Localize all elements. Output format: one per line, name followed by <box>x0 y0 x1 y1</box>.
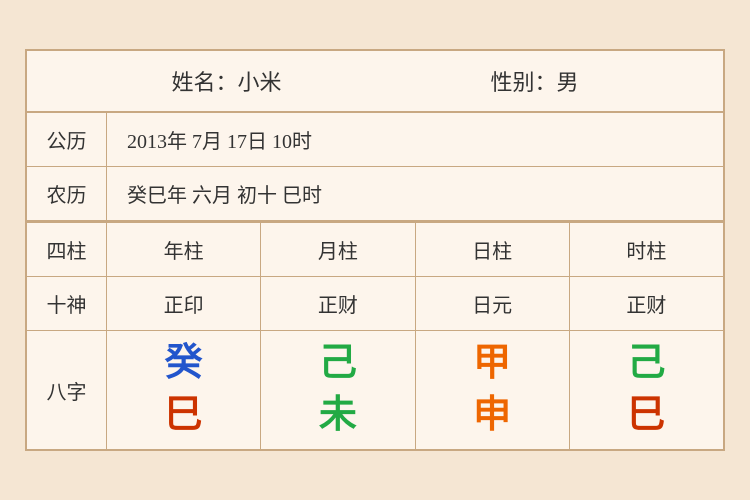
sizhu-cells: 年柱月柱日柱时柱 <box>107 223 723 276</box>
gregorian-row: 公历 2013年 7月 17日 10时 <box>27 113 723 167</box>
bazi-bottom-2: 申 <box>473 393 511 439</box>
lunar-label: 农历 <box>27 167 107 220</box>
gregorian-value: 2013年 7月 17日 10时 <box>107 113 723 166</box>
gender-label: 性别：男 <box>490 65 578 97</box>
shishen-row: 十神 正印正财日元正财 <box>27 277 723 331</box>
shishen-label: 十神 <box>27 277 107 330</box>
bazi-top-1: 己 <box>319 341 357 387</box>
bazi-top-3: 己 <box>627 341 665 387</box>
bazi-cell-0: 癸巳 <box>107 331 261 448</box>
name-label: 姓名：小米 <box>171 65 281 97</box>
sizhu-label: 四柱 <box>27 223 107 276</box>
bazi-row: 八字 癸巳己未甲申己巳 <box>27 331 723 448</box>
header-row: 姓名：小米 性别：男 <box>27 51 723 113</box>
gregorian-label: 公历 <box>27 113 107 166</box>
lunar-value: 癸巳年 六月 初十 巳时 <box>107 167 723 220</box>
bazi-cell-1: 己未 <box>261 331 415 448</box>
shishen-cell-1: 正财 <box>261 277 415 330</box>
bazi-bottom-0: 巳 <box>165 393 203 439</box>
shishen-cells: 正印正财日元正财 <box>107 277 723 330</box>
shishen-cell-2: 日元 <box>416 277 570 330</box>
bazi-bottom-3: 巳 <box>627 393 665 439</box>
sizhu-row: 四柱 年柱月柱日柱时柱 <box>27 223 723 277</box>
bazi-top-0: 癸 <box>165 341 203 387</box>
table-section: 四柱 年柱月柱日柱时柱 十神 正印正财日元正财 八字 癸巳己未甲申己巳 <box>27 221 723 448</box>
sizhu-cell-3: 时柱 <box>570 223 723 276</box>
lunar-row: 农历 癸巳年 六月 初十 巳时 <box>27 167 723 221</box>
bazi-label: 八字 <box>27 331 107 448</box>
bazi-cells: 癸巳己未甲申己巳 <box>107 331 723 448</box>
bazi-cell-2: 甲申 <box>416 331 570 448</box>
sizhu-cell-2: 日柱 <box>416 223 570 276</box>
sizhu-cell-1: 月柱 <box>261 223 415 276</box>
shishen-cell-3: 正财 <box>570 277 723 330</box>
main-container: 姓名：小米 性别：男 公历 2013年 7月 17日 10时 农历 癸巳年 六月… <box>25 49 725 450</box>
bazi-cell-3: 己巳 <box>570 331 723 448</box>
shishen-cell-0: 正印 <box>107 277 261 330</box>
sizhu-cell-0: 年柱 <box>107 223 261 276</box>
bazi-top-2: 甲 <box>473 341 511 387</box>
bazi-bottom-1: 未 <box>319 393 357 439</box>
